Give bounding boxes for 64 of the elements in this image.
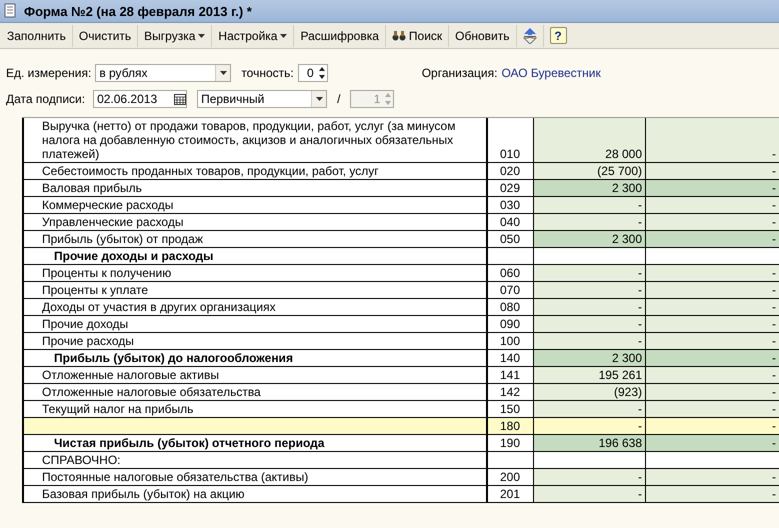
value-cell[interactable]: - (534, 333, 646, 349)
value-cell[interactable]: - (534, 469, 646, 485)
window-title: Форма №2 (на 28 февраля 2013 г.) * (24, 4, 252, 18)
value-cell[interactable]: - (646, 299, 779, 315)
caret-icon (280, 34, 288, 38)
calendar-icon[interactable] (174, 94, 186, 104)
value-cell[interactable]: - (646, 197, 779, 213)
value-cell[interactable]: - (646, 350, 779, 366)
value-cell[interactable]: - (646, 401, 779, 417)
value-cell[interactable]: - (534, 214, 646, 230)
organization-link[interactable]: ОАО Буревестник (501, 66, 601, 80)
up-down-arrows-icon (522, 28, 536, 44)
value-cell[interactable]: - (646, 367, 779, 383)
value-cell[interactable]: - (646, 282, 779, 298)
value-cell[interactable]: (923) (534, 384, 646, 400)
value-cell[interactable]: - (534, 197, 646, 213)
value-cell[interactable]: - (534, 486, 646, 502)
field-label: Дата подписи: (6, 92, 86, 106)
value-cell[interactable]: - (534, 299, 646, 315)
search-button[interactable]: Поиск (386, 24, 450, 46)
report-type-dropdown[interactable]: Первичный (197, 90, 328, 108)
value-cell[interactable]: 2 300 (534, 350, 646, 366)
date-field[interactable]: 02.06.2013 (93, 90, 188, 108)
value-cell[interactable]: 196 638 (534, 435, 646, 451)
value-cell[interactable]: - (534, 282, 646, 298)
precision-field[interactable]: 0 (298, 64, 328, 82)
value-cell[interactable]: 195 261 (534, 367, 646, 383)
toolbar-button[interactable]: Очистить (72, 24, 138, 46)
value-cell[interactable]: - (646, 180, 779, 196)
field-label: точность: (241, 66, 294, 80)
value-cell[interactable]: - (646, 435, 779, 451)
value-cell[interactable]: - (646, 486, 779, 502)
value-cell[interactable]: - (646, 333, 779, 349)
value-cell[interactable]: - (646, 384, 779, 400)
toolbar-button[interactable]: Расшифровка (294, 24, 386, 46)
value-cell[interactable]: - (534, 401, 646, 417)
value-cell[interactable]: (25 700) (534, 163, 646, 179)
caret-icon (316, 97, 323, 101)
value-cell[interactable]: - (646, 265, 779, 281)
spinner-arrows-icon[interactable] (316, 65, 327, 81)
value-cell[interactable]: - (646, 214, 779, 230)
toolbar-menu-button[interactable]: Выгрузка (138, 24, 212, 46)
document-icon (4, 3, 18, 19)
toolbar-button[interactable]: Заполнить (1, 24, 73, 46)
value-cell[interactable]: - (646, 316, 779, 332)
value-cell[interactable]: 28 000 (534, 118, 646, 162)
toolbar-menu-button[interactable]: Настройка (212, 24, 294, 46)
value-cell[interactable]: - (646, 163, 779, 179)
value-cell[interactable]: - (534, 265, 646, 281)
toolbar-button[interactable]: Обновить (449, 24, 516, 46)
units-dropdown[interactable]: в рублях (95, 64, 232, 82)
value-cell[interactable]: 2 300 (534, 180, 646, 196)
caret-icon (220, 71, 227, 75)
binoculars-icon (392, 30, 406, 40)
value-cell[interactable]: - (646, 118, 779, 162)
help-button[interactable]: ? (550, 27, 566, 44)
field-label: Ед. измерения: (6, 66, 92, 80)
value-cell[interactable]: - (646, 231, 779, 247)
value-cell[interactable]: - (534, 316, 646, 332)
field-label: Организация: (422, 66, 498, 80)
value-cell[interactable]: 2 300 (534, 231, 646, 247)
caret-icon (198, 34, 206, 38)
value-cell[interactable]: - (646, 469, 779, 485)
separator-text: / (337, 92, 340, 106)
